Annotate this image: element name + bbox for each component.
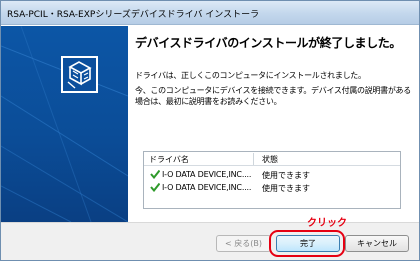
- green-check-icon: [150, 169, 160, 179]
- column-driver-name[interactable]: ドライバ名: [149, 154, 189, 165]
- side-banner: [1, 26, 128, 222]
- title-bar[interactable]: RSA-PCIL・RSA-EXPシリーズデバイスドライバ インストーラ: [1, 1, 419, 25]
- list-item[interactable]: I-O DATA DEVICE,INC.... 使用できます: [144, 169, 400, 181]
- green-check-icon: [150, 182, 160, 192]
- back-button[interactable]: < 戻る(B): [216, 235, 271, 252]
- driver-status: 使用できます: [262, 171, 310, 180]
- column-divider: [253, 153, 254, 165]
- connect-device-message: 今、このコンピュータにデバイスを接続できます。デバイス付属の説明書がある場合は、…: [135, 86, 411, 106]
- window-title: RSA-PCIL・RSA-EXPシリーズデバイスドライバ インストーラ: [7, 10, 260, 20]
- column-status[interactable]: 状態: [262, 154, 278, 165]
- driver-status: 使用できます: [262, 184, 310, 193]
- wizard-content: デバイスドライバのインストールが終了しました。 ドライバは、正しくこのコンピュー…: [128, 26, 419, 222]
- list-item[interactable]: I-O DATA DEVICE,INC.... 使用できます: [144, 182, 400, 194]
- cancel-button[interactable]: キャンセル: [345, 235, 409, 252]
- hardware-install-icon: [61, 56, 98, 93]
- driver-name: I-O DATA DEVICE,INC....: [162, 183, 252, 192]
- finish-highlight-ring: [269, 230, 345, 257]
- installer-window: RSA-PCIL・RSA-EXPシリーズデバイスドライバ インストーラ デバイス…: [0, 0, 420, 261]
- page-title: デバイスドライバのインストールが終了しました。: [135, 36, 401, 50]
- install-complete-message: ドライバは、正しくこのコンピュータにインストールされました。: [135, 71, 366, 80]
- click-callout: クリック: [307, 218, 347, 229]
- list-header: ドライバ名 状態: [144, 152, 400, 166]
- driver-name: I-O DATA DEVICE,INC....: [162, 170, 252, 179]
- driver-list[interactable]: ドライバ名 状態 I-O DATA DEVICE,INC.... 使用できます …: [143, 151, 401, 209]
